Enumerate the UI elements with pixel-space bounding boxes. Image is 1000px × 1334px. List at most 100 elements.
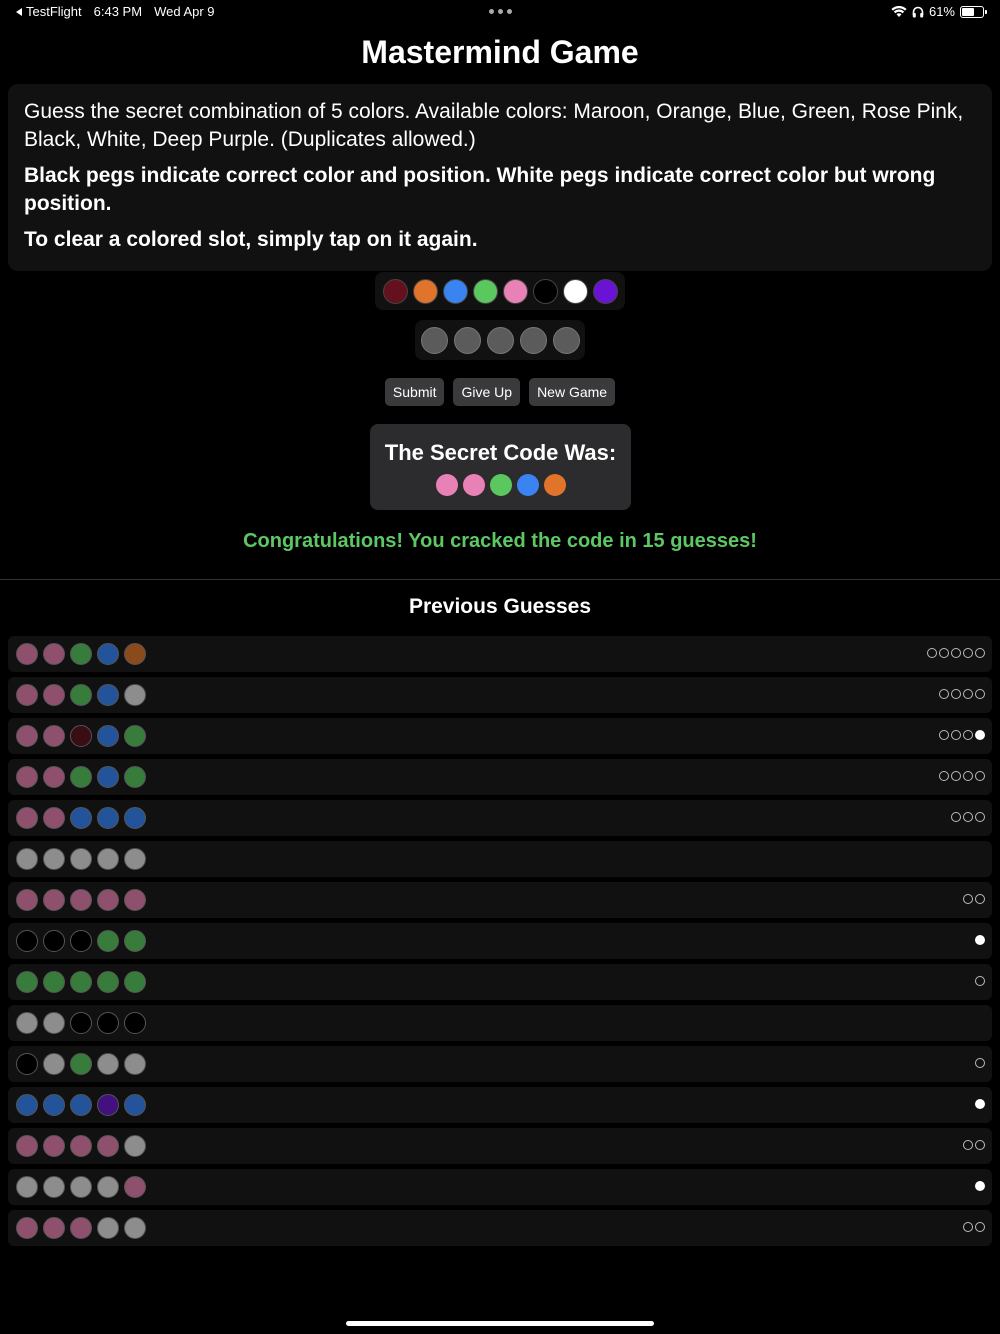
secret-peg-green (489, 474, 512, 496)
secret-peg-blue (516, 474, 539, 496)
guess-peg-rose (16, 643, 38, 665)
guess-peg-green (70, 1053, 92, 1075)
white-feedback-peg (975, 1222, 985, 1232)
guess-peg-rose (43, 643, 65, 665)
guess-peg-rose (16, 807, 38, 829)
guess-peg-black (124, 1012, 146, 1034)
white-feedback-peg (939, 730, 949, 740)
white-feedback-peg (975, 1058, 985, 1068)
status-time: 6:43 PM (93, 4, 143, 19)
guess-peg-white (97, 848, 119, 870)
guess-peg-blue (97, 643, 119, 665)
give-up-button[interactable]: Give Up (453, 378, 521, 406)
guess-row (8, 1046, 992, 1082)
guess-peg-purple (97, 1094, 119, 1116)
feedback-pegs (975, 1058, 985, 1068)
palette-color-green[interactable] (472, 278, 498, 304)
palette-color-white[interactable] (562, 278, 588, 304)
headphones-icon (912, 6, 924, 17)
new-game-button[interactable]: New Game (529, 378, 616, 406)
instructions-pegs: Black pegs indicate correct color and po… (24, 164, 936, 215)
instructions-panel: Guess the secret combination of 5 colors… (8, 84, 992, 271)
guess-peg-green (70, 766, 92, 788)
guess-peg-white (43, 1053, 65, 1075)
guess-peg-black (97, 1012, 119, 1034)
guess-row (8, 882, 992, 918)
guess-peg-green (43, 971, 65, 993)
secret-peg-orange (543, 474, 566, 496)
guess-peg-white (124, 848, 146, 870)
guess-peg-white (43, 1176, 65, 1198)
guess-peg-black (16, 1053, 38, 1075)
app: TestFlight 6:43 PM Wed Apr 9 61% Masterm… (0, 0, 1000, 1334)
instructions-rules: Guess the secret combination of 5 colors… (24, 100, 964, 151)
secret-code-pegs (370, 474, 631, 496)
palette-color-maroon[interactable] (382, 278, 408, 304)
guess-peg-rose (70, 1135, 92, 1157)
guess-peg-blue (16, 1094, 38, 1116)
palette-color-rose[interactable] (502, 278, 528, 304)
palette-color-purple[interactable] (592, 278, 618, 304)
guess-peg-white (124, 1135, 146, 1157)
guess-peg-white (43, 1012, 65, 1034)
color-palette (375, 272, 625, 310)
white-feedback-peg (963, 812, 973, 822)
guess-peg-rose (43, 725, 65, 747)
white-feedback-peg (963, 894, 973, 904)
guess-peg-rose (16, 1135, 38, 1157)
current-guess-slots (415, 320, 585, 360)
guess-row (8, 759, 992, 795)
palette-color-black[interactable] (532, 278, 558, 304)
guess-peg-white (124, 1217, 146, 1239)
feedback-pegs (975, 1099, 985, 1109)
submit-button[interactable]: Submit (384, 378, 445, 406)
guess-peg-rose (16, 725, 38, 747)
battery-percent: 61% (928, 4, 955, 19)
white-feedback-peg (963, 1222, 973, 1232)
guess-row (8, 636, 992, 672)
guess-peg-blue (97, 807, 119, 829)
home-indicator[interactable] (346, 1321, 654, 1326)
guess-peg-green (124, 971, 146, 993)
guess-slot-5[interactable] (552, 326, 580, 354)
guess-peg-white (16, 848, 38, 870)
guess-peg-rose (16, 684, 38, 706)
feedback-pegs (939, 771, 985, 781)
secret-peg-rose (435, 474, 458, 496)
guess-peg-blue (97, 684, 119, 706)
white-feedback-peg (939, 689, 949, 699)
guess-row (8, 718, 992, 754)
guess-peg-green (97, 971, 119, 993)
guess-peg-white (70, 1176, 92, 1198)
feedback-pegs (939, 730, 985, 740)
guess-row (8, 923, 992, 959)
guess-peg-rose (97, 889, 119, 911)
guess-slot-3[interactable] (486, 326, 514, 354)
guess-peg-blue (70, 807, 92, 829)
back-to-app-button[interactable]: TestFlight (16, 4, 82, 19)
guess-peg-green (124, 766, 146, 788)
guess-peg-rose (124, 1176, 146, 1198)
guess-peg-blue (124, 1094, 146, 1116)
palette-color-blue[interactable] (442, 278, 468, 304)
guess-peg-black (43, 930, 65, 952)
guess-slot-4[interactable] (519, 326, 547, 354)
guess-peg-white (97, 1217, 119, 1239)
guess-peg-green (70, 684, 92, 706)
guess-row (8, 1169, 992, 1205)
white-feedback-peg (975, 771, 985, 781)
page-title: Mastermind Game (361, 34, 639, 70)
palette-color-orange[interactable] (412, 278, 438, 304)
white-feedback-peg (951, 648, 961, 658)
white-feedback-peg (951, 689, 961, 699)
guess-slot-2[interactable] (453, 326, 481, 354)
guess-peg-rose (16, 889, 38, 911)
feedback-pegs (963, 1222, 985, 1232)
white-feedback-peg (963, 730, 973, 740)
white-feedback-peg (963, 771, 973, 781)
guess-peg-blue (70, 1094, 92, 1116)
guess-peg-black (70, 930, 92, 952)
wifi-icon (891, 5, 907, 17)
multitasking-dots-icon[interactable] (489, 9, 512, 14)
guess-slot-1[interactable] (420, 326, 448, 354)
